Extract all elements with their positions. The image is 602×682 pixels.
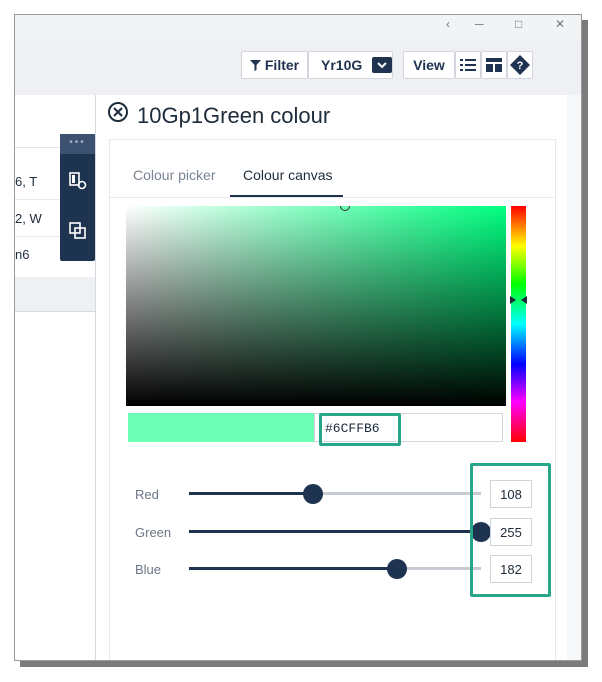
filter-label: Filter: [264, 57, 300, 73]
table-cell: 6, T: [15, 174, 38, 189]
window-back-icon[interactable]: ‹: [446, 17, 450, 31]
close-circle-icon[interactable]: [107, 101, 129, 123]
copy-layers-icon[interactable]: [69, 222, 87, 240]
app-window: ‹ ─ □ ✕ Filter Yr10G View ? 6, T 2, W n6…: [14, 14, 582, 661]
layout-icon: [486, 58, 502, 72]
blue-slider-fill: [189, 567, 398, 570]
window-maximize-icon[interactable]: □: [515, 17, 522, 31]
rgb-values-highlight-box: [470, 463, 551, 597]
drag-handle-icon[interactable]: •••: [60, 134, 95, 154]
selected-colour-swatch: [128, 413, 314, 442]
chevron-down-icon: [372, 57, 392, 73]
window-minimize-icon[interactable]: ─: [475, 17, 484, 31]
red-slider-thumb[interactable]: [302, 484, 323, 504]
layout-button[interactable]: [481, 51, 507, 79]
view-label: View: [413, 57, 445, 73]
floating-tool-strip: •••: [60, 134, 95, 261]
tab-divider: [109, 197, 554, 198]
filter-icon: [249, 59, 261, 71]
year-group-value: Yr10G: [321, 57, 363, 73]
blue-label: Blue: [135, 562, 162, 577]
list-view-icon: [460, 59, 476, 71]
saturation-value-canvas[interactable]: [126, 206, 506, 406]
filter-button[interactable]: Filter: [241, 51, 308, 79]
svg-text:?: ?: [517, 60, 524, 72]
window-titlebar: [15, 15, 581, 39]
panel-scrollbar[interactable]: [567, 95, 581, 660]
help-button[interactable]: ?: [507, 51, 533, 79]
year-group-select[interactable]: Yr10G: [308, 51, 393, 79]
red-slider-fill: [189, 492, 313, 495]
active-tab-indicator: [230, 195, 343, 197]
red-label: Red: [135, 487, 159, 502]
left-footer-band: [15, 277, 95, 312]
tab-colour-picker[interactable]: Colour picker: [133, 167, 215, 183]
panel-title: 10Gp1Green colour: [137, 103, 331, 128]
hue-slider[interactable]: [511, 206, 526, 442]
help-icon: ?: [510, 55, 530, 75]
tab-colour-canvas[interactable]: Colour canvas: [243, 167, 333, 183]
table-cell: n6: [15, 247, 30, 262]
green-slider-fill: [189, 530, 481, 533]
window-close-icon[interactable]: ✕: [555, 17, 565, 31]
canvas-black-layer: [126, 206, 506, 406]
view-button[interactable]: View: [403, 51, 455, 79]
hex-value: #6CFFB6: [325, 421, 380, 436]
hue-slider-handle[interactable]: [510, 296, 527, 304]
list-view-button[interactable]: [455, 51, 481, 79]
table-cell: 2, W: [15, 211, 42, 226]
format-painter-icon[interactable]: [69, 172, 87, 190]
green-label: Green: [135, 525, 172, 540]
